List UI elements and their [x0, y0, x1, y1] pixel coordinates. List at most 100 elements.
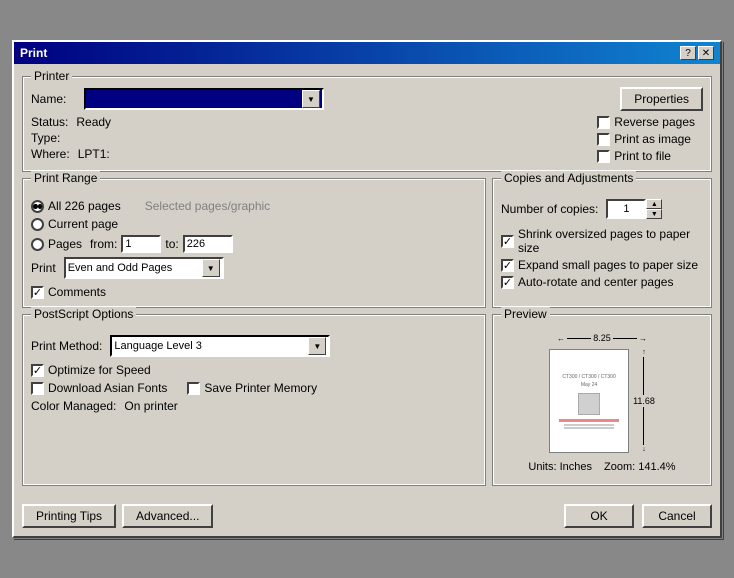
- optimize-row: Optimize for Speed: [31, 363, 477, 377]
- ps-method-dropdown[interactable]: Language Level 3 ▼: [110, 335, 330, 357]
- print-as-image-label: Print as image: [614, 132, 691, 146]
- print-range-body: All 226 pages Selected pages/graphic Cur…: [31, 191, 477, 299]
- ps-body: Print Method: Language Level 3 ▼ Optimiz…: [31, 327, 477, 413]
- comments-label: Comments: [48, 285, 106, 299]
- copies-body: Number of copies: ▲ ▼ Shrink oversized p…: [501, 191, 703, 289]
- paper-row: CT300 / CT300 / CT300 May 24: [549, 345, 655, 457]
- close-button[interactable]: ✕: [698, 46, 714, 60]
- shrink-checkbox[interactable]: [501, 235, 514, 248]
- printing-tips-button[interactable]: Printing Tips: [22, 504, 116, 528]
- cancel-button[interactable]: Cancel: [642, 504, 712, 528]
- paper-subtitle: May 24: [559, 382, 619, 389]
- middle-row: Print Range All 226 pages Selected pages…: [22, 178, 712, 314]
- save-printer-checkbox[interactable]: [187, 382, 200, 395]
- reverse-pages-label: Reverse pages: [614, 115, 695, 129]
- paper-icon: [578, 393, 600, 415]
- optimize-checkbox[interactable]: [31, 364, 44, 377]
- ok-button[interactable]: OK: [564, 504, 634, 528]
- where-label: Where:: [31, 147, 70, 161]
- print-range-label: Print Range: [31, 171, 100, 185]
- from-input[interactable]: [121, 235, 161, 253]
- preview-label: Preview: [501, 307, 550, 321]
- spinner-down[interactable]: ▼: [646, 209, 662, 219]
- comments-row: Comments: [31, 285, 477, 299]
- print-type-value: Even and Odd Pages: [68, 262, 173, 274]
- advanced-button[interactable]: Advanced...: [122, 504, 213, 528]
- expand-checkbox[interactable]: [501, 259, 514, 272]
- preview-paper: CT300 / CT300 / CT300 May 24: [549, 349, 629, 453]
- status-row: Status: Ready: [31, 115, 111, 129]
- current-page-row: Current page: [31, 217, 477, 231]
- download-fonts-row: Download Asian Fonts: [31, 381, 167, 395]
- print-type-arrow[interactable]: ▼: [202, 259, 220, 277]
- print-to-file-row: Print to file: [597, 149, 695, 163]
- width-line2: [613, 338, 637, 339]
- width-dim: 8.25: [593, 333, 611, 343]
- spinner-up[interactable]: ▲: [646, 199, 662, 209]
- paper-icon-area: [559, 393, 619, 415]
- reverse-pages-row: Reverse pages: [597, 115, 695, 129]
- reverse-pages-checkbox[interactable]: [597, 116, 610, 129]
- properties-button[interactable]: Properties: [620, 87, 703, 111]
- save-printer-row: Save Printer Memory: [187, 381, 317, 395]
- print-to-file-label: Print to file: [614, 149, 671, 163]
- color-managed-row: Color Managed: On printer: [31, 399, 477, 413]
- number-label: Number of copies:: [501, 202, 598, 216]
- copies-group-label: Copies and Adjustments: [501, 171, 636, 185]
- print-type-dropdown[interactable]: Even and Odd Pages ▼: [64, 257, 224, 279]
- print-as-image-checkbox[interactable]: [597, 133, 610, 146]
- arrow-left: ←: [557, 334, 565, 343]
- paper-content: CT300 / CT300 / CT300 May 24: [555, 370, 623, 433]
- print-to-file-checkbox[interactable]: [597, 150, 610, 163]
- to-input[interactable]: [183, 235, 233, 253]
- copies-input[interactable]: [606, 199, 646, 219]
- pages-label: Pages: [48, 237, 82, 251]
- print-type-row: Print Even and Odd Pages ▼: [31, 257, 477, 279]
- width-line: [567, 338, 591, 339]
- copies-spinner: ▲ ▼: [606, 199, 662, 219]
- printer-dropdown-arrow[interactable]: ▼: [302, 90, 320, 108]
- printer-info-row: Status: Ready Type: Where: LPT1:: [31, 115, 703, 163]
- where-row: Where: LPT1:: [31, 147, 111, 161]
- units-label: Units: Inches: [528, 461, 592, 473]
- height-line: [643, 357, 644, 395]
- auto-rotate-label: Auto-rotate and center pages: [518, 275, 673, 289]
- all-pages-radio[interactable]: [31, 200, 44, 213]
- printer-name-row: Name: ▼ Properties: [31, 87, 703, 111]
- help-button[interactable]: ?: [680, 46, 696, 60]
- paper-line2: [564, 427, 614, 429]
- height-arrow-up: ↑: [642, 349, 646, 356]
- dialog-title: Print: [20, 46, 47, 60]
- printer-group: Printer Name: ▼ Properties: [22, 76, 712, 172]
- print-as-image-row: Print as image: [597, 132, 695, 146]
- title-bar-buttons: ? ✕: [680, 46, 714, 60]
- status-value: Ready: [76, 115, 111, 129]
- printer-name-dropdown[interactable]: ▼: [84, 88, 324, 110]
- units-zoom-row: Units: Inches Zoom: 141.4%: [528, 461, 675, 473]
- where-value: LPT1:: [78, 147, 110, 161]
- spinner-buttons: ▲ ▼: [646, 199, 662, 219]
- expand-row: Expand small pages to paper size: [501, 258, 703, 272]
- download-fonts-checkbox[interactable]: [31, 382, 44, 395]
- current-page-radio[interactable]: [31, 218, 44, 231]
- zoom-label: Zoom: 141.4%: [604, 461, 676, 473]
- comments-checkbox[interactable]: [31, 286, 44, 299]
- arrow-right: →: [639, 334, 647, 343]
- pages-radio[interactable]: [31, 238, 44, 251]
- from-label: from:: [90, 237, 117, 251]
- bottom-row: PostScript Options Print Method: Languag…: [22, 314, 712, 492]
- printer-section: Name: ▼ Properties Status: Ready: [31, 81, 703, 163]
- shrink-row: Shrink oversized pages to paper size: [501, 227, 703, 255]
- shrink-label: Shrink oversized pages to paper size: [518, 227, 703, 255]
- auto-rotate-checkbox[interactable]: [501, 276, 514, 289]
- selected-label: Selected pages/graphic: [145, 199, 270, 213]
- copies-count-row: Number of copies: ▲ ▼: [501, 199, 703, 219]
- print-dialog: Print ? ✕ Printer Name: ▼: [12, 40, 722, 538]
- height-dim: 11.68: [633, 396, 655, 406]
- type-row: Type:: [31, 131, 111, 145]
- printer-status-col: Status: Ready Type: Where: LPT1:: [31, 115, 111, 163]
- paper-line1: [564, 424, 614, 426]
- ps-method-arrow[interactable]: ▼: [308, 337, 326, 355]
- dialog-footer: Printing Tips Advanced... OK Cancel: [14, 500, 720, 536]
- all-pages-label: All 226 pages: [48, 199, 121, 213]
